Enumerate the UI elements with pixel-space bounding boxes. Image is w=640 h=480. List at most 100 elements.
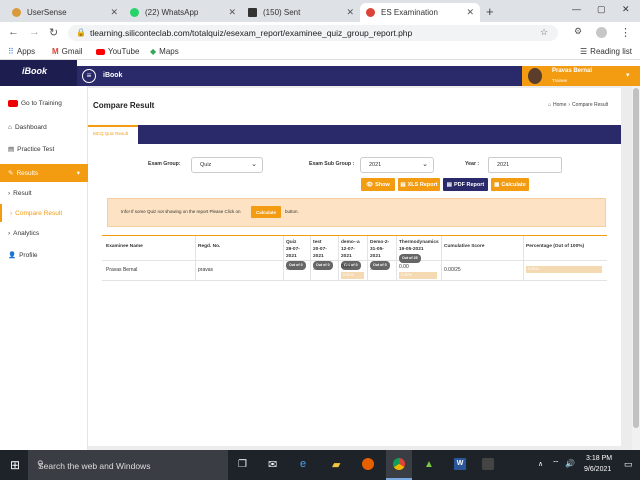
pencil-icon: ✎	[8, 170, 14, 177]
windows-start-icon[interactable]: ⊞	[10, 458, 20, 472]
out-of-badge: Out of 0	[313, 261, 333, 270]
info-calculate-button[interactable]: Calculate	[251, 206, 281, 218]
close-tab-icon[interactable]: ✕	[110, 7, 118, 18]
col-header-regd: Regd. No.	[198, 244, 221, 249]
col-divider	[338, 236, 339, 281]
task-view-icon[interactable]: ❐	[238, 459, 247, 470]
sidebar-item-compare-result[interactable]: › Compare Result	[0, 204, 88, 222]
tray-chevron-icon[interactable]: ∧	[538, 460, 543, 468]
tab-mcq-quiz-result[interactable]: MCQ Quiz Result	[88, 125, 138, 144]
notifications-icon[interactable]: ▭	[624, 459, 633, 470]
chevron-right-icon: ›	[8, 189, 11, 197]
browser-tab-whatsapp[interactable]: (22) WhatsApp ✕	[124, 3, 242, 22]
extension-icon[interactable]: ⚙	[574, 26, 582, 37]
user-menu[interactable]: Pravas Bernal Trainee ▾	[522, 66, 640, 86]
col-divider	[367, 236, 368, 281]
reading-list-icon: ☰	[580, 47, 588, 56]
taskbar-search-box[interactable]: ⚲ Search the web and Windows	[28, 450, 228, 480]
col-header-thermodynamics: Thermodynamics 19-05-2021 Out of 25	[399, 239, 439, 263]
col-divider	[441, 236, 442, 281]
edge-icon[interactable]: e	[300, 458, 306, 470]
xls-report-button[interactable]: ▤ XLS Report	[398, 178, 440, 191]
breadcrumb: ⌂ Home › Compare Result	[548, 102, 608, 108]
close-tab-icon[interactable]: ✕	[346, 7, 354, 18]
reading-list-button[interactable]: ☰ Reading list	[580, 47, 632, 56]
clock-date[interactable]: 9/6/2021	[584, 466, 611, 473]
close-tab-icon[interactable]: ✕	[228, 7, 236, 18]
chevron-right-icon: ›	[10, 209, 13, 217]
scrollbar-thumb[interactable]	[633, 88, 639, 428]
sidebar-item-practice-test[interactable]: ▤ Practice Test	[0, 140, 88, 158]
col-header-percentage: Percentage (Out of 100%)	[526, 244, 585, 249]
file-explorer-icon[interactable]: ▰	[332, 458, 340, 471]
taskbar-search-text: Search the web and Windows	[38, 461, 151, 471]
page-scrollbar[interactable]	[632, 86, 640, 450]
browser-tab-usersense[interactable]: UserSense ✕	[6, 3, 124, 22]
word-icon[interactable]: W	[454, 458, 466, 470]
sidebar-item-profile[interactable]: 👤 Profile	[0, 246, 88, 264]
address-bar-row: ← → ↻ 🔒 tlearning.siliconteclab.com/tota…	[0, 22, 640, 44]
browser-tab-sent[interactable]: (150) Sent ✕	[242, 3, 360, 22]
browser-tab-es-examination[interactable]: ES Examination ✕	[360, 3, 480, 22]
menu-toggle-icon[interactable]: ≡	[82, 69, 96, 83]
maps-icon: ◆	[150, 47, 157, 56]
close-window-icon[interactable]: ✕	[622, 4, 630, 15]
mail-icon[interactable]: ✉	[268, 458, 277, 471]
network-icon[interactable]: ⌔	[552, 459, 560, 469]
exam-sub-group-select[interactable]: 2021 ⌄	[360, 157, 434, 173]
forward-icon[interactable]: →	[29, 26, 40, 38]
col-divider	[523, 236, 524, 281]
show-button[interactable]: 👁 Show	[361, 178, 395, 191]
exam-sub-group-label: Exam Sub Group :	[309, 161, 355, 167]
progress-bar-percentage: 0.00%	[526, 266, 602, 273]
reload-icon[interactable]: ↻	[49, 26, 58, 39]
sidebar-item-dashboard[interactable]: ⌂ Dashboard	[0, 118, 88, 136]
pdf-report-button[interactable]: ▤ PDF Report	[443, 178, 488, 191]
chrome-taskbar-button[interactable]	[386, 450, 412, 480]
out-of-badge: Out of 25	[399, 254, 421, 263]
firefox-icon[interactable]	[362, 458, 374, 470]
app-icon[interactable]	[482, 458, 494, 470]
bookmark-apps[interactable]: ⠿ Apps	[8, 47, 35, 56]
new-tab-button[interactable]: +	[486, 4, 494, 19]
app-logo: iBook	[0, 60, 77, 86]
whatsapp-favicon-icon	[130, 8, 139, 17]
minimize-icon[interactable]: —	[572, 4, 581, 14]
year-input[interactable]: 2021	[488, 157, 562, 173]
exam-group-select[interactable]: Quiz ⌄	[191, 157, 263, 173]
sidebar-item-result[interactable]: › Result	[0, 184, 88, 202]
es-favicon-icon	[366, 8, 375, 17]
sidebar-item-analytics[interactable]: › Analytics	[0, 224, 88, 242]
clock-time[interactable]: 3:18 PM	[586, 455, 612, 462]
avatar	[528, 68, 542, 84]
sidebar-item-results[interactable]: ✎ Results ▾	[0, 164, 88, 182]
year-label: Year :	[465, 161, 480, 167]
close-tab-icon[interactable]: ✕	[466, 7, 474, 18]
profile-avatar-icon[interactable]	[596, 27, 607, 38]
file-icon: ▤	[400, 181, 406, 188]
star-icon[interactable]: ☆	[540, 27, 548, 38]
browser-menu-icon[interactable]: ⋮	[620, 26, 631, 39]
calculate-button[interactable]: ▦ Calculate	[491, 178, 529, 191]
back-icon[interactable]: ←	[8, 26, 19, 38]
bookmark-youtube[interactable]: YouTube	[96, 47, 139, 56]
sidebar: Go to Training ⌂ Dashboard ▤ Practice Te…	[0, 86, 88, 450]
eye-icon: 👁	[366, 181, 374, 188]
sidebar-item-go-to-training[interactable]: Go to Training	[0, 94, 88, 112]
maximize-icon[interactable]: ▢	[597, 4, 606, 15]
breadcrumb-home[interactable]: Home	[553, 102, 566, 108]
col-header-demo-2: Demo-2- 31-05- 2021 Out of 0	[370, 239, 390, 270]
info-suffix: button.	[285, 209, 299, 214]
cell-test: -	[313, 267, 315, 273]
progress-bar-demo-a: 0.00%	[341, 272, 364, 279]
url-field[interactable]: 🔒 tlearning.siliconteclab.com/totalquiz/…	[68, 25, 558, 41]
chevron-down-icon: ▾	[626, 72, 630, 79]
volume-icon[interactable]: 🔊	[565, 459, 575, 468]
exam-group-label: Exam Group:	[148, 161, 181, 167]
photos-icon[interactable]: ▲	[424, 459, 434, 470]
bookmark-maps[interactable]: ◆ Maps	[150, 47, 179, 56]
bookmarks-bar: ⠿ Apps M Gmail YouTube ◆ Maps ☰ Reading …	[0, 44, 640, 60]
bookmark-gmail[interactable]: M Gmail	[52, 47, 83, 56]
apps-grid-icon: ⠿	[8, 47, 14, 56]
out-of-badge: Out of 0	[286, 261, 306, 270]
